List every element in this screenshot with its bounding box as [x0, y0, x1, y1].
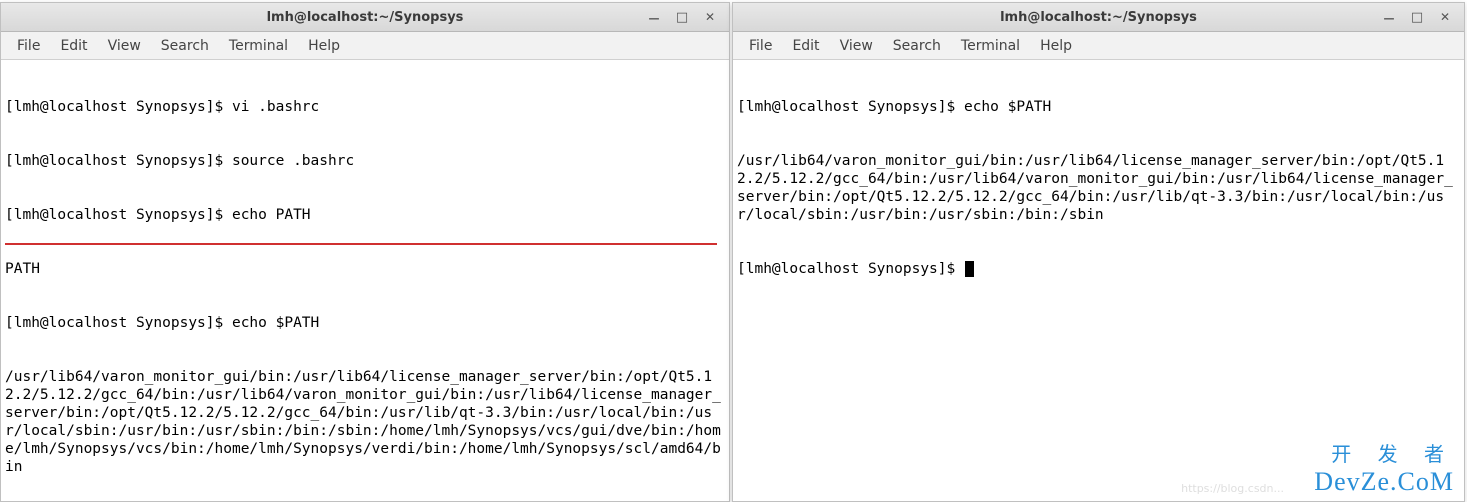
- terminal-line: /usr/lib64/varon_monitor_gui/bin:/usr/li…: [737, 152, 1460, 224]
- menu-help[interactable]: Help: [298, 34, 350, 58]
- menubar-left: File Edit View Search Terminal Help: [1, 32, 729, 60]
- window-title: lmh@localhost:~/Synopsys: [1000, 10, 1197, 25]
- menu-help[interactable]: Help: [1030, 34, 1082, 58]
- window-controls-left: [647, 10, 725, 24]
- menu-file[interactable]: File: [7, 34, 50, 58]
- terminal-body-left[interactable]: [lmh@localhost Synopsys]$ vi .bashrc [lm…: [1, 60, 729, 501]
- close-icon[interactable]: [1438, 10, 1452, 24]
- terminal-line: /usr/lib64/varon_monitor_gui/bin:/usr/li…: [5, 368, 725, 476]
- terminal-window-left: lmh@localhost:~/Synopsys File Edit View …: [0, 2, 730, 502]
- menu-edit[interactable]: Edit: [50, 34, 97, 58]
- menu-terminal[interactable]: Terminal: [951, 34, 1030, 58]
- menu-edit[interactable]: Edit: [782, 34, 829, 58]
- menu-search[interactable]: Search: [151, 34, 219, 58]
- minimize-icon[interactable]: [1382, 10, 1396, 24]
- terminal-line: PATH: [5, 260, 725, 278]
- titlebar-right[interactable]: lmh@localhost:~/Synopsys: [733, 3, 1464, 32]
- terminal-line: [lmh@localhost Synopsys]$ source .bashrc: [5, 152, 725, 170]
- terminal-line: [lmh@localhost Synopsys]$ echo $PATH: [737, 98, 1460, 116]
- titlebar-left[interactable]: lmh@localhost:~/Synopsys: [1, 3, 729, 32]
- close-icon[interactable]: [703, 10, 717, 24]
- menu-search[interactable]: Search: [883, 34, 951, 58]
- menubar-right: File Edit View Search Terminal Help: [733, 32, 1464, 60]
- terminal-line: [lmh@localhost Synopsys]$ echo PATH: [5, 206, 725, 224]
- highlight-underline: [5, 243, 717, 245]
- cursor-icon: [965, 261, 974, 277]
- maximize-icon[interactable]: [675, 10, 689, 24]
- menu-view[interactable]: View: [98, 34, 151, 58]
- terminal-body-right[interactable]: [lmh@localhost Synopsys]$ echo $PATH /us…: [733, 60, 1464, 501]
- prompt-text: [lmh@localhost Synopsys]$: [737, 261, 964, 277]
- terminal-prompt-line: [lmh@localhost Synopsys]$: [737, 260, 1460, 278]
- maximize-icon[interactable]: [1410, 10, 1424, 24]
- window-title: lmh@localhost:~/Synopsys: [267, 10, 464, 25]
- menu-terminal[interactable]: Terminal: [219, 34, 298, 58]
- terminal-line: [lmh@localhost Synopsys]$ vi .bashrc: [5, 98, 725, 116]
- menu-file[interactable]: File: [739, 34, 782, 58]
- terminal-window-right: lmh@localhost:~/Synopsys File Edit View …: [732, 2, 1465, 502]
- desktop: lmh@localhost:~/Synopsys File Edit View …: [0, 0, 1467, 502]
- menu-view[interactable]: View: [830, 34, 883, 58]
- minimize-icon[interactable]: [647, 10, 661, 24]
- terminal-line: [lmh@localhost Synopsys]$ echo $PATH: [5, 314, 725, 332]
- window-controls-right: [1382, 10, 1460, 24]
